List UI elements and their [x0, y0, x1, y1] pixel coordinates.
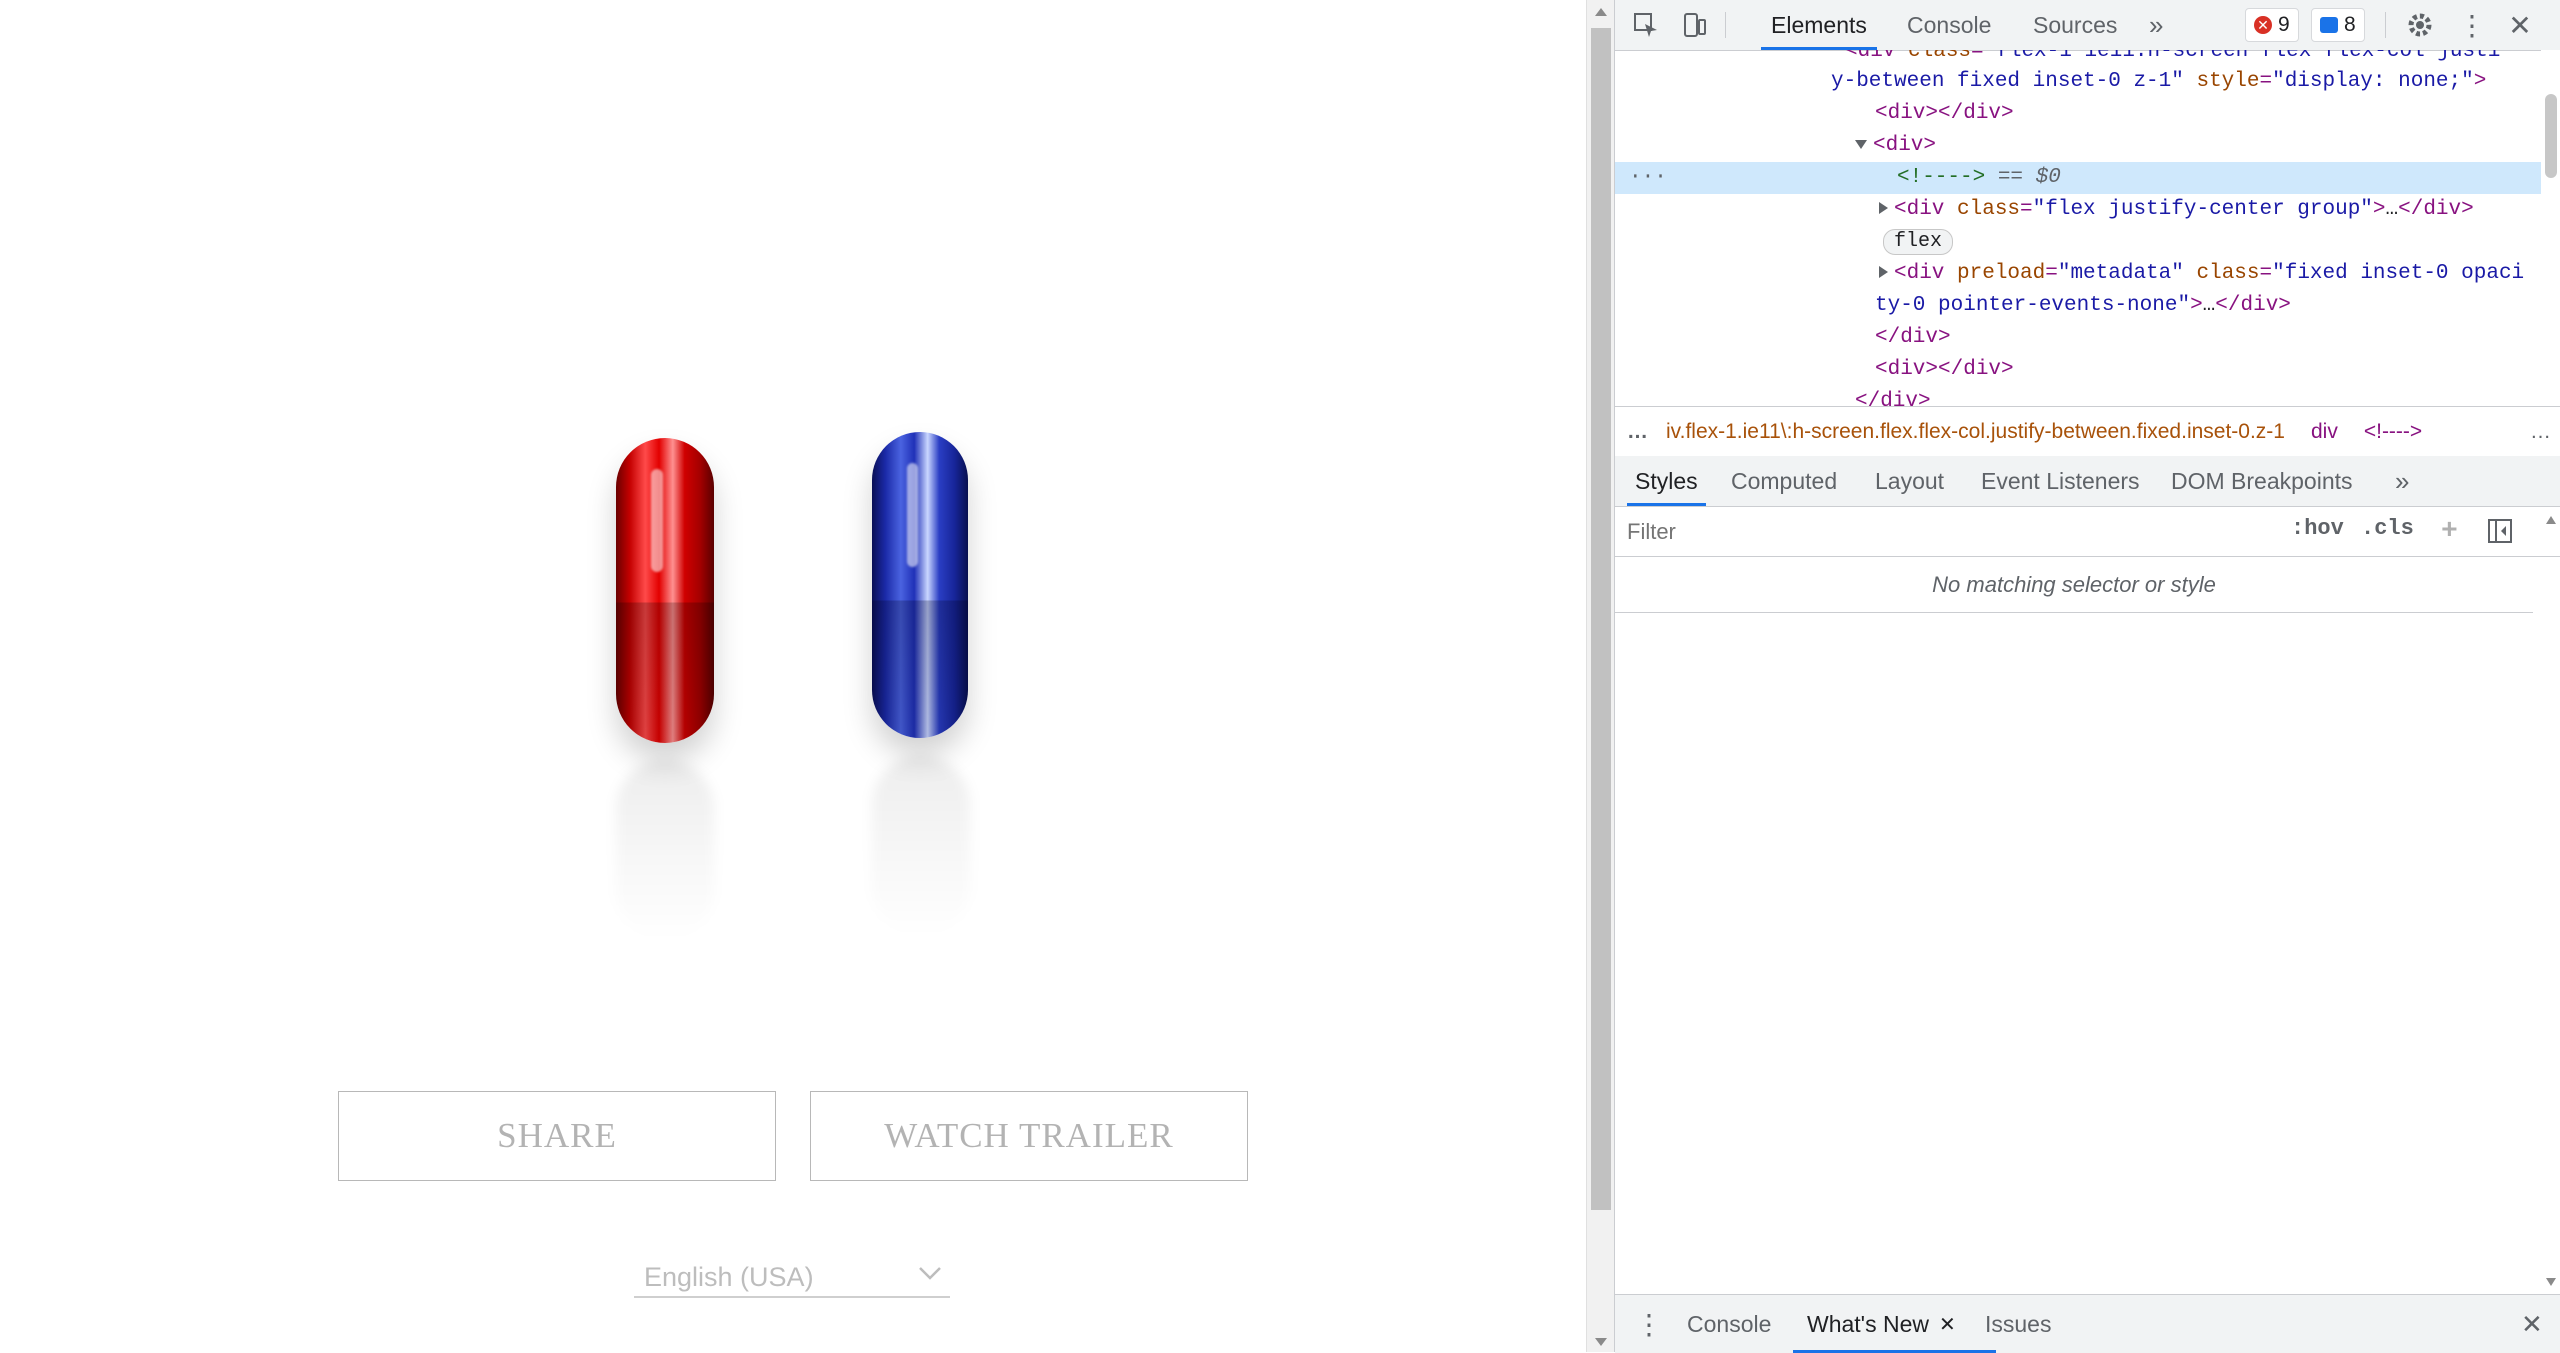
close-tab-icon[interactable]: ✕ — [1939, 1312, 1956, 1337]
breadcrumb-more-icon[interactable]: … — [1627, 420, 1648, 444]
toggle-sidebar-icon[interactable] — [2487, 518, 2513, 544]
styles-filter-bar: :hov .cls + — [1615, 506, 2560, 557]
page-scrollbar-thumb[interactable] — [1591, 28, 1611, 1210]
flex-badge[interactable]: flex — [1883, 229, 1954, 255]
tab-sources[interactable]: Sources — [2033, 0, 2117, 50]
devtools-toolbar: Elements Console Sources » ✕ 9 8 ⋮ ✕ — [1615, 0, 2560, 51]
drawer-tab-issues[interactable]: Issues — [1985, 1295, 2051, 1353]
close-devtools-icon[interactable]: ✕ — [2505, 10, 2535, 41]
message-icon — [2320, 17, 2338, 33]
dom-line[interactable]: <div></div> — [1875, 354, 2014, 386]
share-button[interactable]: SHARE — [338, 1091, 776, 1181]
device-toolbar-icon[interactable] — [1679, 10, 1709, 40]
more-options-icon[interactable]: ⋮ — [2457, 10, 2487, 41]
drawer-tab-whats-new-label: What's New — [1807, 1310, 1929, 1337]
close-drawer-icon[interactable]: ✕ — [2521, 1295, 2543, 1353]
styles-tabbar: Styles Computed Layout Event Listeners D… — [1615, 456, 2560, 507]
dom-line-selected[interactable]: ··· <!----> == $0 — [1615, 162, 2541, 194]
tab-dom-breakpoints[interactable]: DOM Breakpoints — [2171, 456, 2353, 506]
tab-elements[interactable]: Elements — [1761, 0, 1877, 50]
messages-count: 8 — [2344, 13, 2356, 36]
dom-line[interactable]: y-between fixed inset-0 z-1" style="disp… — [1831, 66, 2486, 98]
errors-count: 9 — [2278, 13, 2290, 36]
breadcrumb: … iv.flex-1.ie11\:h-screen.flex.flex-col… — [1615, 406, 2560, 458]
scroll-down-arrow-icon[interactable] — [1595, 1338, 1607, 1346]
elements-tree[interactable]: <div class="flex-1 ie11:h-screen flex fl… — [1615, 50, 2560, 406]
scroll-up-arrow-icon[interactable] — [1595, 8, 1607, 16]
more-tabs-chevron-icon[interactable]: » — [2149, 0, 2163, 50]
tab-computed[interactable]: Computed — [1731, 456, 1837, 506]
dom-line[interactable]: flex — [1883, 226, 1954, 258]
drawer-tab-console[interactable]: Console — [1687, 1295, 1771, 1353]
inspect-element-icon[interactable] — [1631, 10, 1661, 40]
elements-scrollbar-thumb[interactable] — [2545, 94, 2557, 178]
styles-scroll-down-icon[interactable] — [2546, 1278, 2556, 1286]
language-select-value: English (USA) — [644, 1261, 814, 1292]
tab-styles[interactable]: Styles — [1627, 456, 1706, 506]
watch-trailer-button[interactable]: WATCH TRAILER — [810, 1091, 1248, 1181]
drawer-tab-whats-new[interactable]: What's New ✕ — [1793, 1295, 1996, 1353]
breadcrumb-item-div[interactable]: div — [2311, 420, 2338, 444]
page-viewport: SHARE WATCH TRAILER English (USA) — [0, 0, 1586, 1352]
new-style-rule-plus-icon[interactable]: + — [2441, 516, 2458, 547]
messages-badge[interactable]: 8 — [2311, 8, 2365, 42]
tab-console[interactable]: Console — [1907, 0, 1991, 50]
devtools-panel: Elements Console Sources » ✕ 9 8 ⋮ ✕ <di… — [1614, 0, 2560, 1353]
hov-toggle[interactable]: :hov — [2291, 516, 2344, 541]
page-scrollbar[interactable] — [1586, 0, 1615, 1352]
breadcrumb-overflow-icon[interactable]: … — [2530, 420, 2551, 444]
breadcrumb-item-div-path[interactable]: iv.flex-1.ie11\:h-screen.flex.flex-col.j… — [1666, 420, 2285, 444]
elements-scrollbar[interactable] — [2541, 50, 2560, 406]
more-style-tabs-chevron-icon[interactable]: » — [2395, 456, 2409, 506]
tab-event-listeners[interactable]: Event Listeners — [1981, 456, 2140, 506]
breadcrumb-item-comment[interactable]: <!----> — [2364, 420, 2422, 444]
language-select[interactable]: English (USA) — [634, 1258, 950, 1298]
no-matching-style-message: No matching selector or style — [1615, 558, 2533, 613]
dom-line[interactable]: <div preload="metadata" class="fixed ins… — [1879, 258, 2524, 290]
settings-gear-icon[interactable] — [2405, 10, 2435, 40]
red-pill[interactable] — [616, 438, 714, 743]
cls-toggle[interactable]: .cls — [2361, 516, 2414, 541]
styles-scroll-up-icon[interactable] — [2546, 516, 2556, 524]
dom-line[interactable]: <div class="flex justify-center group">…… — [1879, 194, 2474, 226]
styles-scrollbar[interactable] — [2541, 506, 2560, 1296]
errors-badge[interactable]: ✕ 9 — [2245, 8, 2299, 42]
blue-pill[interactable] — [872, 432, 968, 738]
devtools-drawer: ⋮ Console What's New ✕ Issues ✕ — [1615, 1294, 2560, 1353]
dom-line[interactable]: </div> — [1875, 322, 1951, 354]
dom-line[interactable]: <div></div> — [1875, 98, 2014, 130]
error-icon: ✕ — [2254, 16, 2272, 34]
drawer-menu-icon[interactable]: ⋮ — [1635, 1295, 1663, 1353]
red-pill-reflection — [616, 760, 714, 940]
dom-line[interactable]: ty-0 pointer-events-none">…</div> — [1875, 290, 2291, 322]
chevron-down-icon — [919, 1267, 941, 1280]
tab-layout[interactable]: Layout — [1875, 456, 1944, 506]
dom-line[interactable]: </div> — [1855, 386, 1931, 406]
dom-line[interactable]: <div> — [1855, 130, 1936, 162]
blue-pill-reflection — [872, 756, 970, 936]
styles-filter-input[interactable] — [1625, 514, 2269, 550]
